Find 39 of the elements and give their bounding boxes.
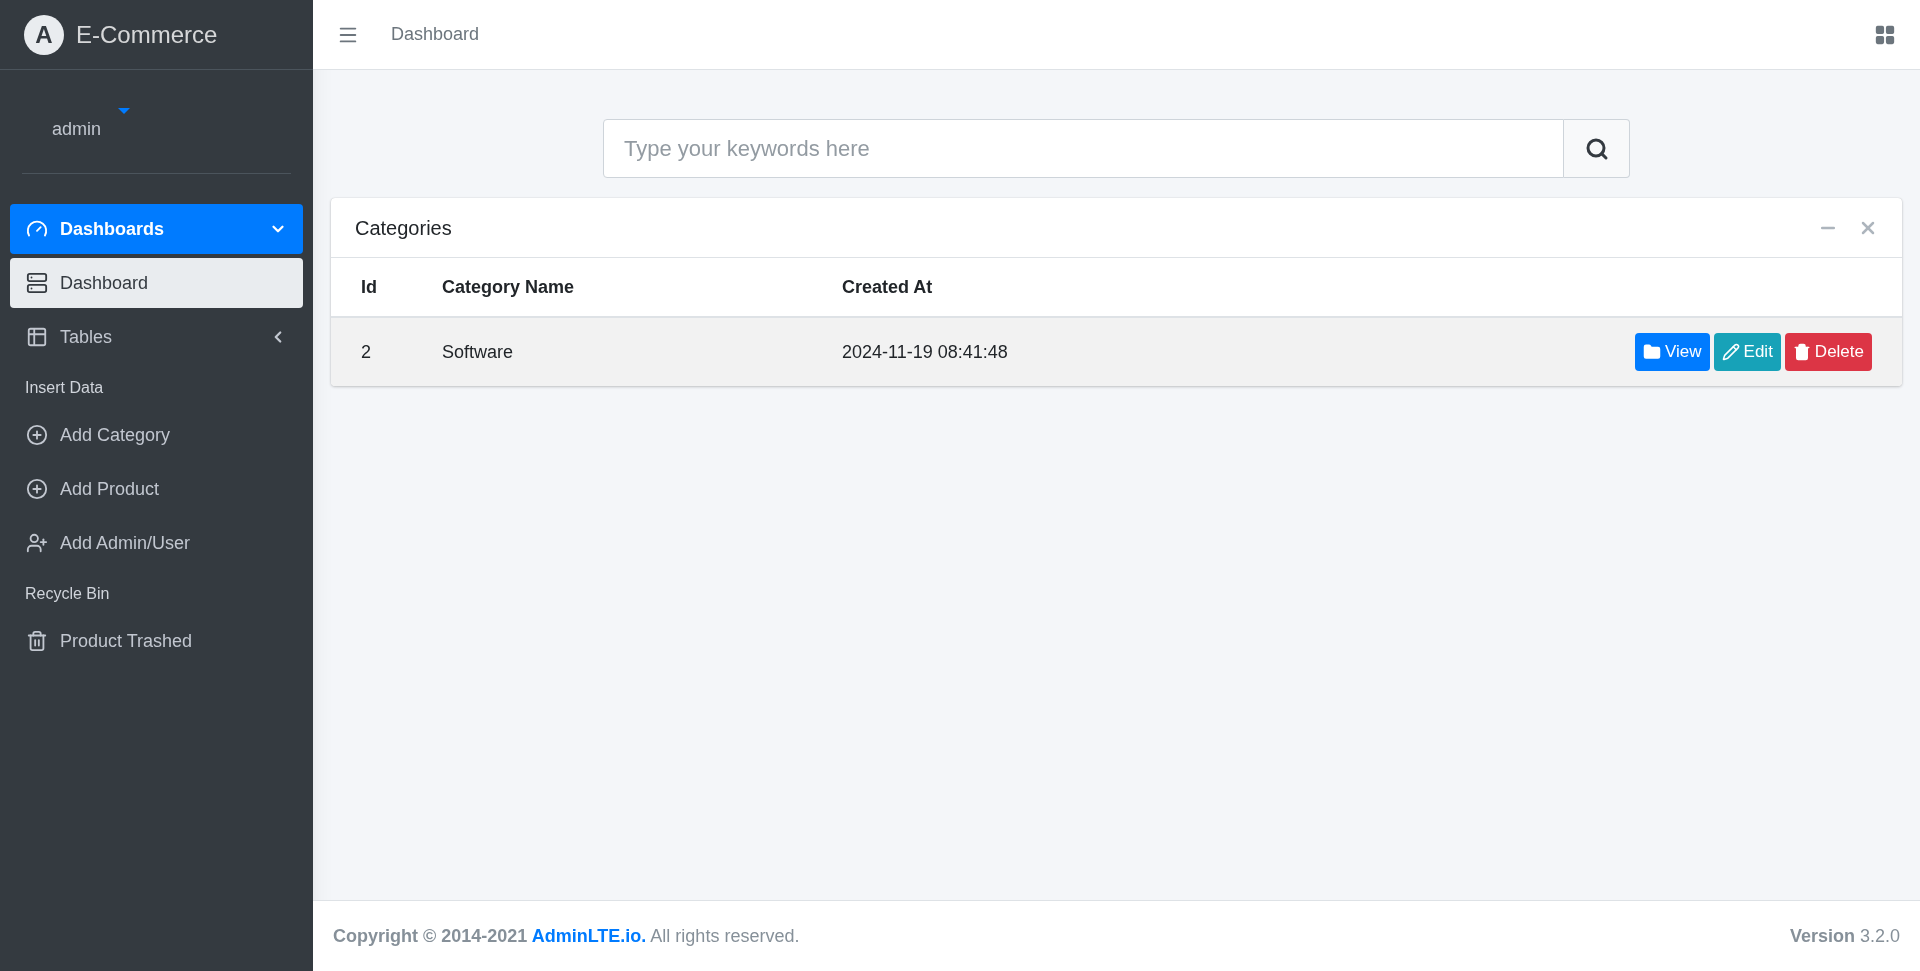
sidebar-section-header: Insert Data — [24, 378, 105, 398]
column-header: Category Name — [441, 275, 576, 299]
card-title: Categories — [355, 215, 453, 241]
delete-button[interactable]: Delete — [1784, 333, 1872, 371]
table-cell-text: 2 — [360, 340, 372, 364]
sidebar-item[interactable]: Dashboard — [10, 258, 303, 308]
sidebar-item[interactable]: Add Admin/User — [10, 518, 303, 568]
brand-name: E-Commerce — [76, 19, 218, 50]
pencil-icon — [1721, 343, 1740, 361]
trash-icon — [1792, 343, 1811, 361]
breadcrumb-link[interactable]: Dashboard — [391, 21, 480, 48]
search-icon — [1584, 136, 1609, 161]
search-button[interactable] — [1564, 119, 1630, 178]
sidebar-section-header: Recycle Bin — [24, 584, 111, 604]
version-text: Version 3.2.0 — [1789, 924, 1900, 948]
table-icon — [26, 326, 48, 348]
copyright-text: Copyright © 2014-2021 AdminLTE.io. All rights reserved. — [333, 924, 801, 948]
adminlte-link[interactable]: AdminLTE.io. — [531, 925, 647, 946]
user-name[interactable]: admin — [52, 116, 102, 143]
plus-circle-icon — [26, 424, 48, 446]
search-field[interactable]: Type your keywords here — [603, 119, 1564, 178]
plus-circle-icon — [26, 478, 48, 500]
server-icon — [26, 272, 48, 294]
column-header: Created At — [842, 275, 934, 299]
brand-logo: A — [24, 14, 64, 55]
view-button[interactable]: View — [1635, 333, 1710, 371]
sidebar-item[interactable]: Add Product — [10, 464, 303, 514]
trash-icon — [26, 630, 48, 652]
table-cell-text: 2024-11-19 08:41:48 — [842, 340, 1009, 364]
dropdown-caret-icon — [118, 108, 130, 114]
sidebar-item[interactable]: Tables — [10, 312, 303, 362]
sidebar-item[interactable]: Add Category — [10, 410, 303, 460]
column-header: Id — [360, 275, 378, 299]
folder-icon — [1643, 343, 1661, 361]
sidebar-item[interactable]: Product Trashed — [10, 616, 303, 666]
table-cell-text: Software — [441, 340, 515, 364]
sidebar-item[interactable]: Dashboards — [10, 204, 303, 254]
user-plus-icon — [26, 532, 48, 554]
grid-icon[interactable] — [1874, 23, 1896, 46]
